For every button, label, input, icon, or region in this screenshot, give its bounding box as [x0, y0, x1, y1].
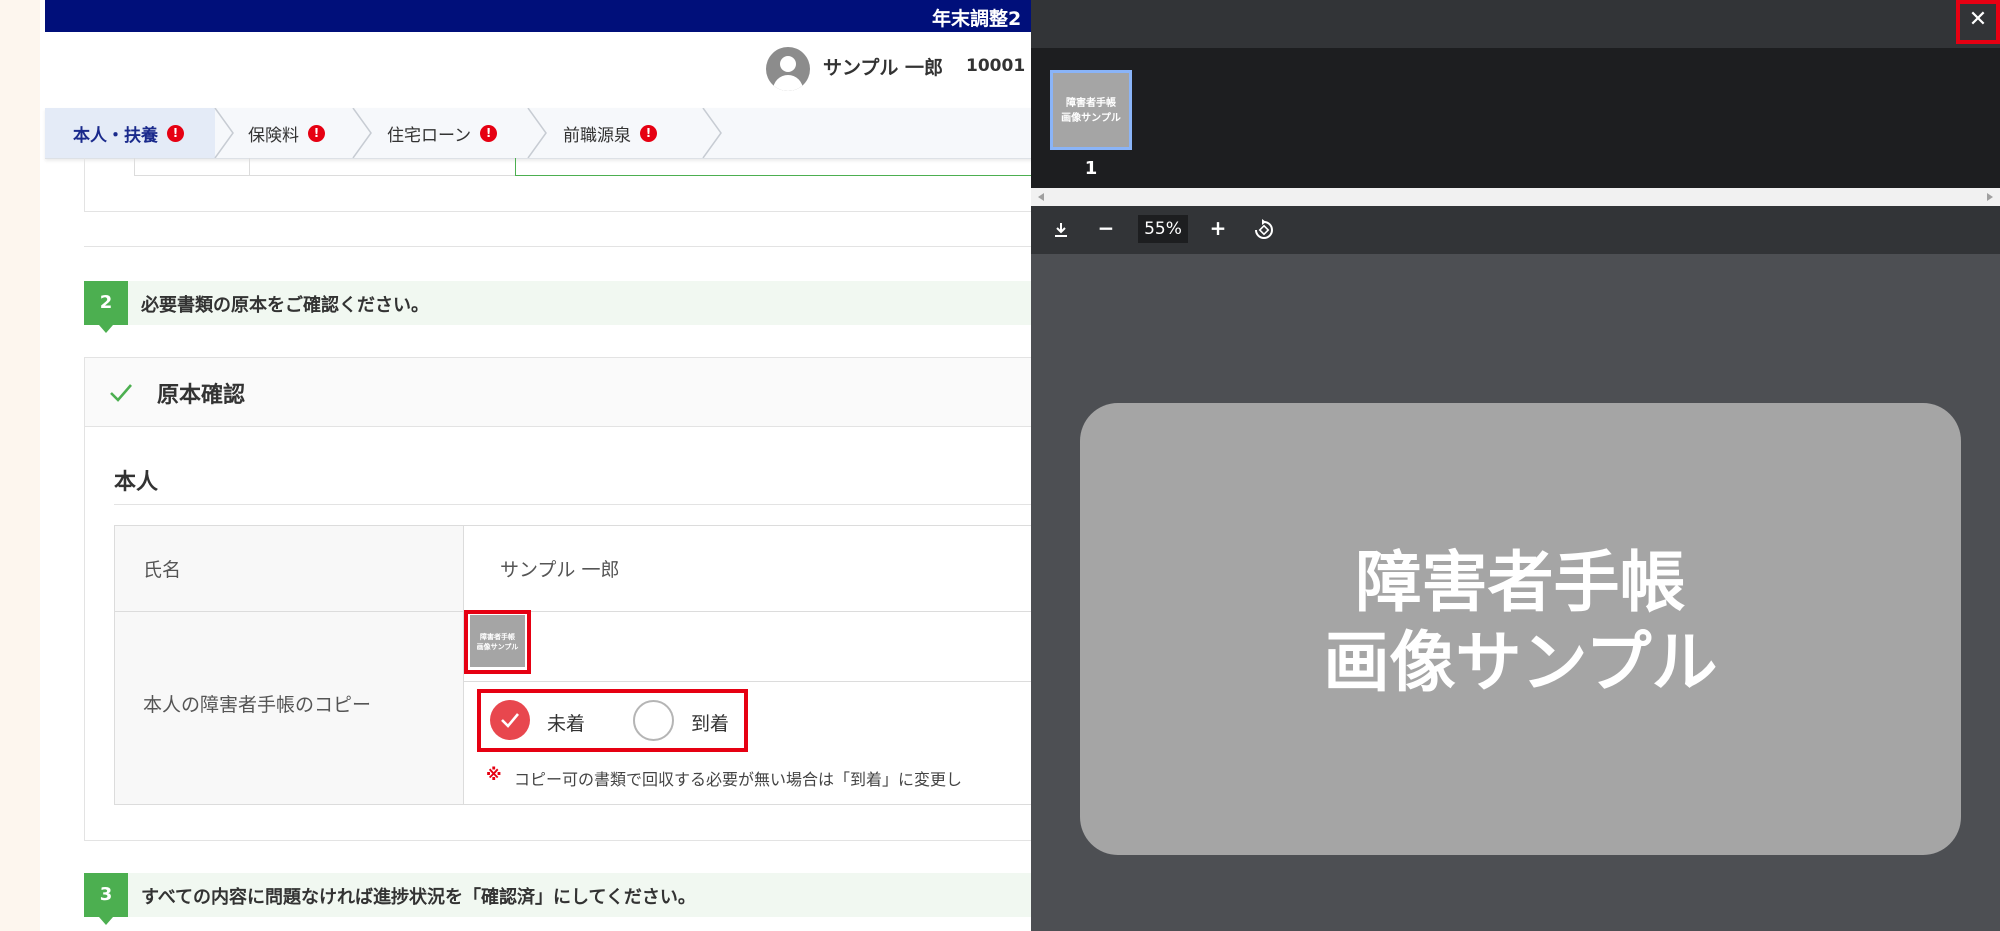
- download-icon[interactable]: [1054, 222, 1068, 238]
- divider: [134, 158, 135, 176]
- close-button[interactable]: ✕: [1956, 0, 2000, 44]
- divider: [515, 158, 516, 176]
- user-name: サンプル 一郎: [823, 57, 944, 79]
- chevron-right-icon: [702, 108, 722, 158]
- alert-icon: !: [308, 124, 325, 142]
- original-confirm-panel: 原本確認 本人 氏名 サンプル 一郎 本人の障害者手帳のコピー 障害者手帳 画像…: [84, 357, 1047, 841]
- page-thumbnail-text: 障害者手帳 画像サンプル: [1061, 98, 1121, 124]
- step-number: 3: [84, 873, 128, 917]
- name-label: 氏名: [143, 559, 182, 581]
- chevron-right-icon: [214, 108, 234, 158]
- document-viewer: ✕ 障害者手帳 画像サンプル 1 − 55% + 障害者手帳 画像サンプル: [1031, 0, 2000, 931]
- divider: [114, 504, 1045, 505]
- alert-icon: !: [480, 124, 498, 142]
- user-id: 10001: [966, 56, 1026, 76]
- viewer-header: ✕: [1031, 0, 2000, 48]
- app-title: 年末調整2: [932, 8, 1022, 30]
- tab-previous-job[interactable]: 前職源泉!: [563, 108, 657, 158]
- step-pointer: [99, 917, 113, 925]
- step2-text: 必要書類の原本をご確認ください。: [141, 295, 429, 316]
- divider: [134, 175, 515, 176]
- tab-label: 保険料: [248, 125, 299, 146]
- document-image-text: 障害者手帳 画像サンプル: [1080, 543, 1961, 703]
- highlight-box: [464, 610, 531, 674]
- tab-label: 前職源泉: [563, 125, 631, 146]
- alert-icon: !: [167, 124, 184, 142]
- panel-header: 原本確認: [85, 358, 1045, 427]
- step-tabs: 本人・扶養! 保険料! 住宅ローン! 前職源泉!: [45, 108, 1045, 159]
- app-header: 年末調整2: [45, 0, 1045, 32]
- page-thumbnail[interactable]: 障害者手帳 画像サンプル: [1050, 70, 1132, 150]
- highlight-box: [477, 689, 748, 752]
- tab-self-dependents[interactable]: 本人・扶養!: [45, 108, 215, 158]
- tab-label: 本人・扶養: [73, 125, 158, 146]
- tab-insurance[interactable]: 保険料!: [248, 108, 325, 158]
- scroll-left-icon[interactable]: [1038, 193, 1044, 201]
- divider: [84, 246, 1044, 247]
- check-icon: [110, 384, 132, 402]
- table-cell: 氏名: [115, 526, 464, 611]
- info-table: 氏名 サンプル 一郎 本人の障害者手帳のコピー: [114, 525, 1047, 805]
- note-mark: ※: [486, 765, 502, 784]
- step-number: 2: [84, 281, 128, 325]
- image-line-2: 画像サンプル: [1323, 624, 1718, 701]
- avatar[interactable]: [766, 47, 810, 91]
- document-image: 障害者手帳 画像サンプル: [1080, 403, 1961, 855]
- thumbnail-strip: 障害者手帳 画像サンプル 1: [1031, 48, 2000, 188]
- viewer-toolbar: − 55% +: [1031, 206, 2000, 254]
- alert-icon: !: [640, 124, 657, 142]
- zoom-level[interactable]: 55%: [1138, 215, 1188, 243]
- divider: [464, 681, 1046, 682]
- step-pointer: [99, 325, 113, 333]
- panel-title: 原本確認: [157, 383, 246, 408]
- note-text: コピー可の書類で回収する必要が無い場合は「到着」に変更し: [514, 770, 963, 789]
- table-cell: サンプル 一郎: [464, 526, 1046, 611]
- tab-label: 住宅ローン: [387, 125, 472, 146]
- copy-label: 本人の障害者手帳のコピー: [143, 694, 372, 716]
- close-icon: ✕: [1968, 7, 1988, 32]
- section-title: 本人: [114, 470, 159, 495]
- table-cell: 本人の障害者手帳のコピー: [115, 612, 464, 804]
- tab-housing-loan[interactable]: 住宅ローン!: [387, 108, 498, 158]
- chevron-right-icon: [352, 108, 372, 158]
- zoom-in-button[interactable]: +: [1206, 216, 1230, 240]
- image-line-1: 障害者手帳: [1355, 544, 1686, 621]
- rotate-icon[interactable]: [1253, 219, 1275, 241]
- zoom-out-button[interactable]: −: [1094, 216, 1118, 240]
- scroll-right-icon[interactable]: [1987, 193, 1993, 201]
- divider: [84, 158, 85, 212]
- divider: [515, 175, 1045, 176]
- name-value: サンプル 一郎: [500, 559, 620, 581]
- step3-text: すべての内容に問題なければ進捗状況を「確認済」にしてください。: [141, 887, 696, 908]
- divider: [249, 158, 250, 176]
- chevron-right-icon: [527, 108, 547, 158]
- page-number: 1: [1084, 158, 1098, 179]
- user-bar: サンプル 一郎 10001: [45, 32, 1045, 109]
- horizontal-scrollbar[interactable]: [1031, 188, 2000, 206]
- divider: [84, 211, 1044, 212]
